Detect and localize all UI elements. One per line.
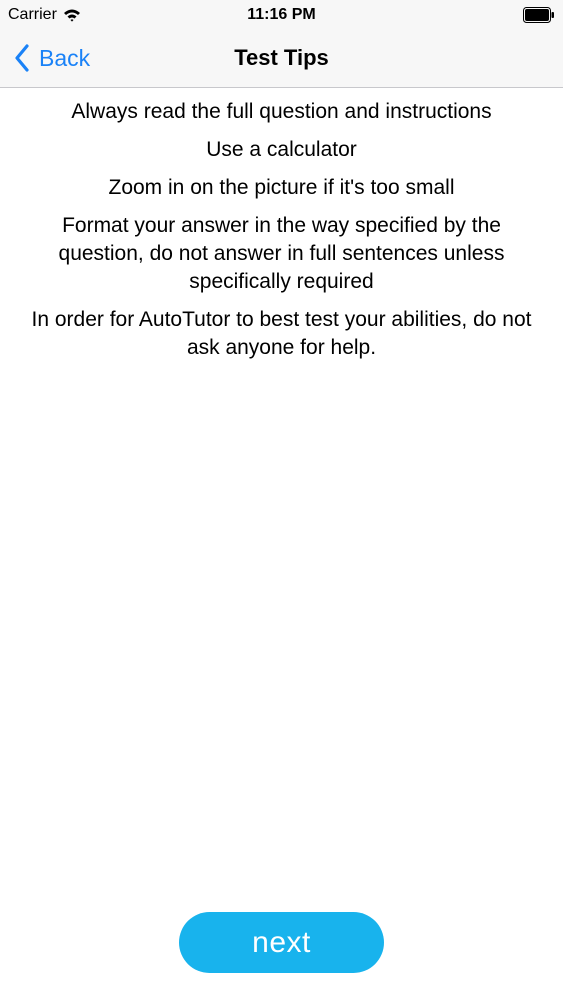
tip-text: Format your answer in the way specified … — [58, 214, 505, 293]
tip-text: Always read the full question and instru… — [71, 100, 492, 123]
next-button[interactable]: next — [179, 912, 384, 973]
tip-text: In order for AutoTutor to best test your… — [31, 308, 532, 359]
status-bar: Carrier 11:16 PM — [0, 0, 563, 30]
tip-text: Zoom in on the picture if it's too small — [108, 176, 455, 199]
page-title: Test Tips — [234, 45, 329, 70]
battery-icon — [523, 7, 554, 23]
tip-text: Use a calculator — [206, 138, 357, 161]
tips-list: Always read the full question and instru… — [20, 98, 543, 372]
navigation-bar: Back Test Tips — [0, 30, 563, 88]
status-time: 11:16 PM — [247, 6, 316, 23]
